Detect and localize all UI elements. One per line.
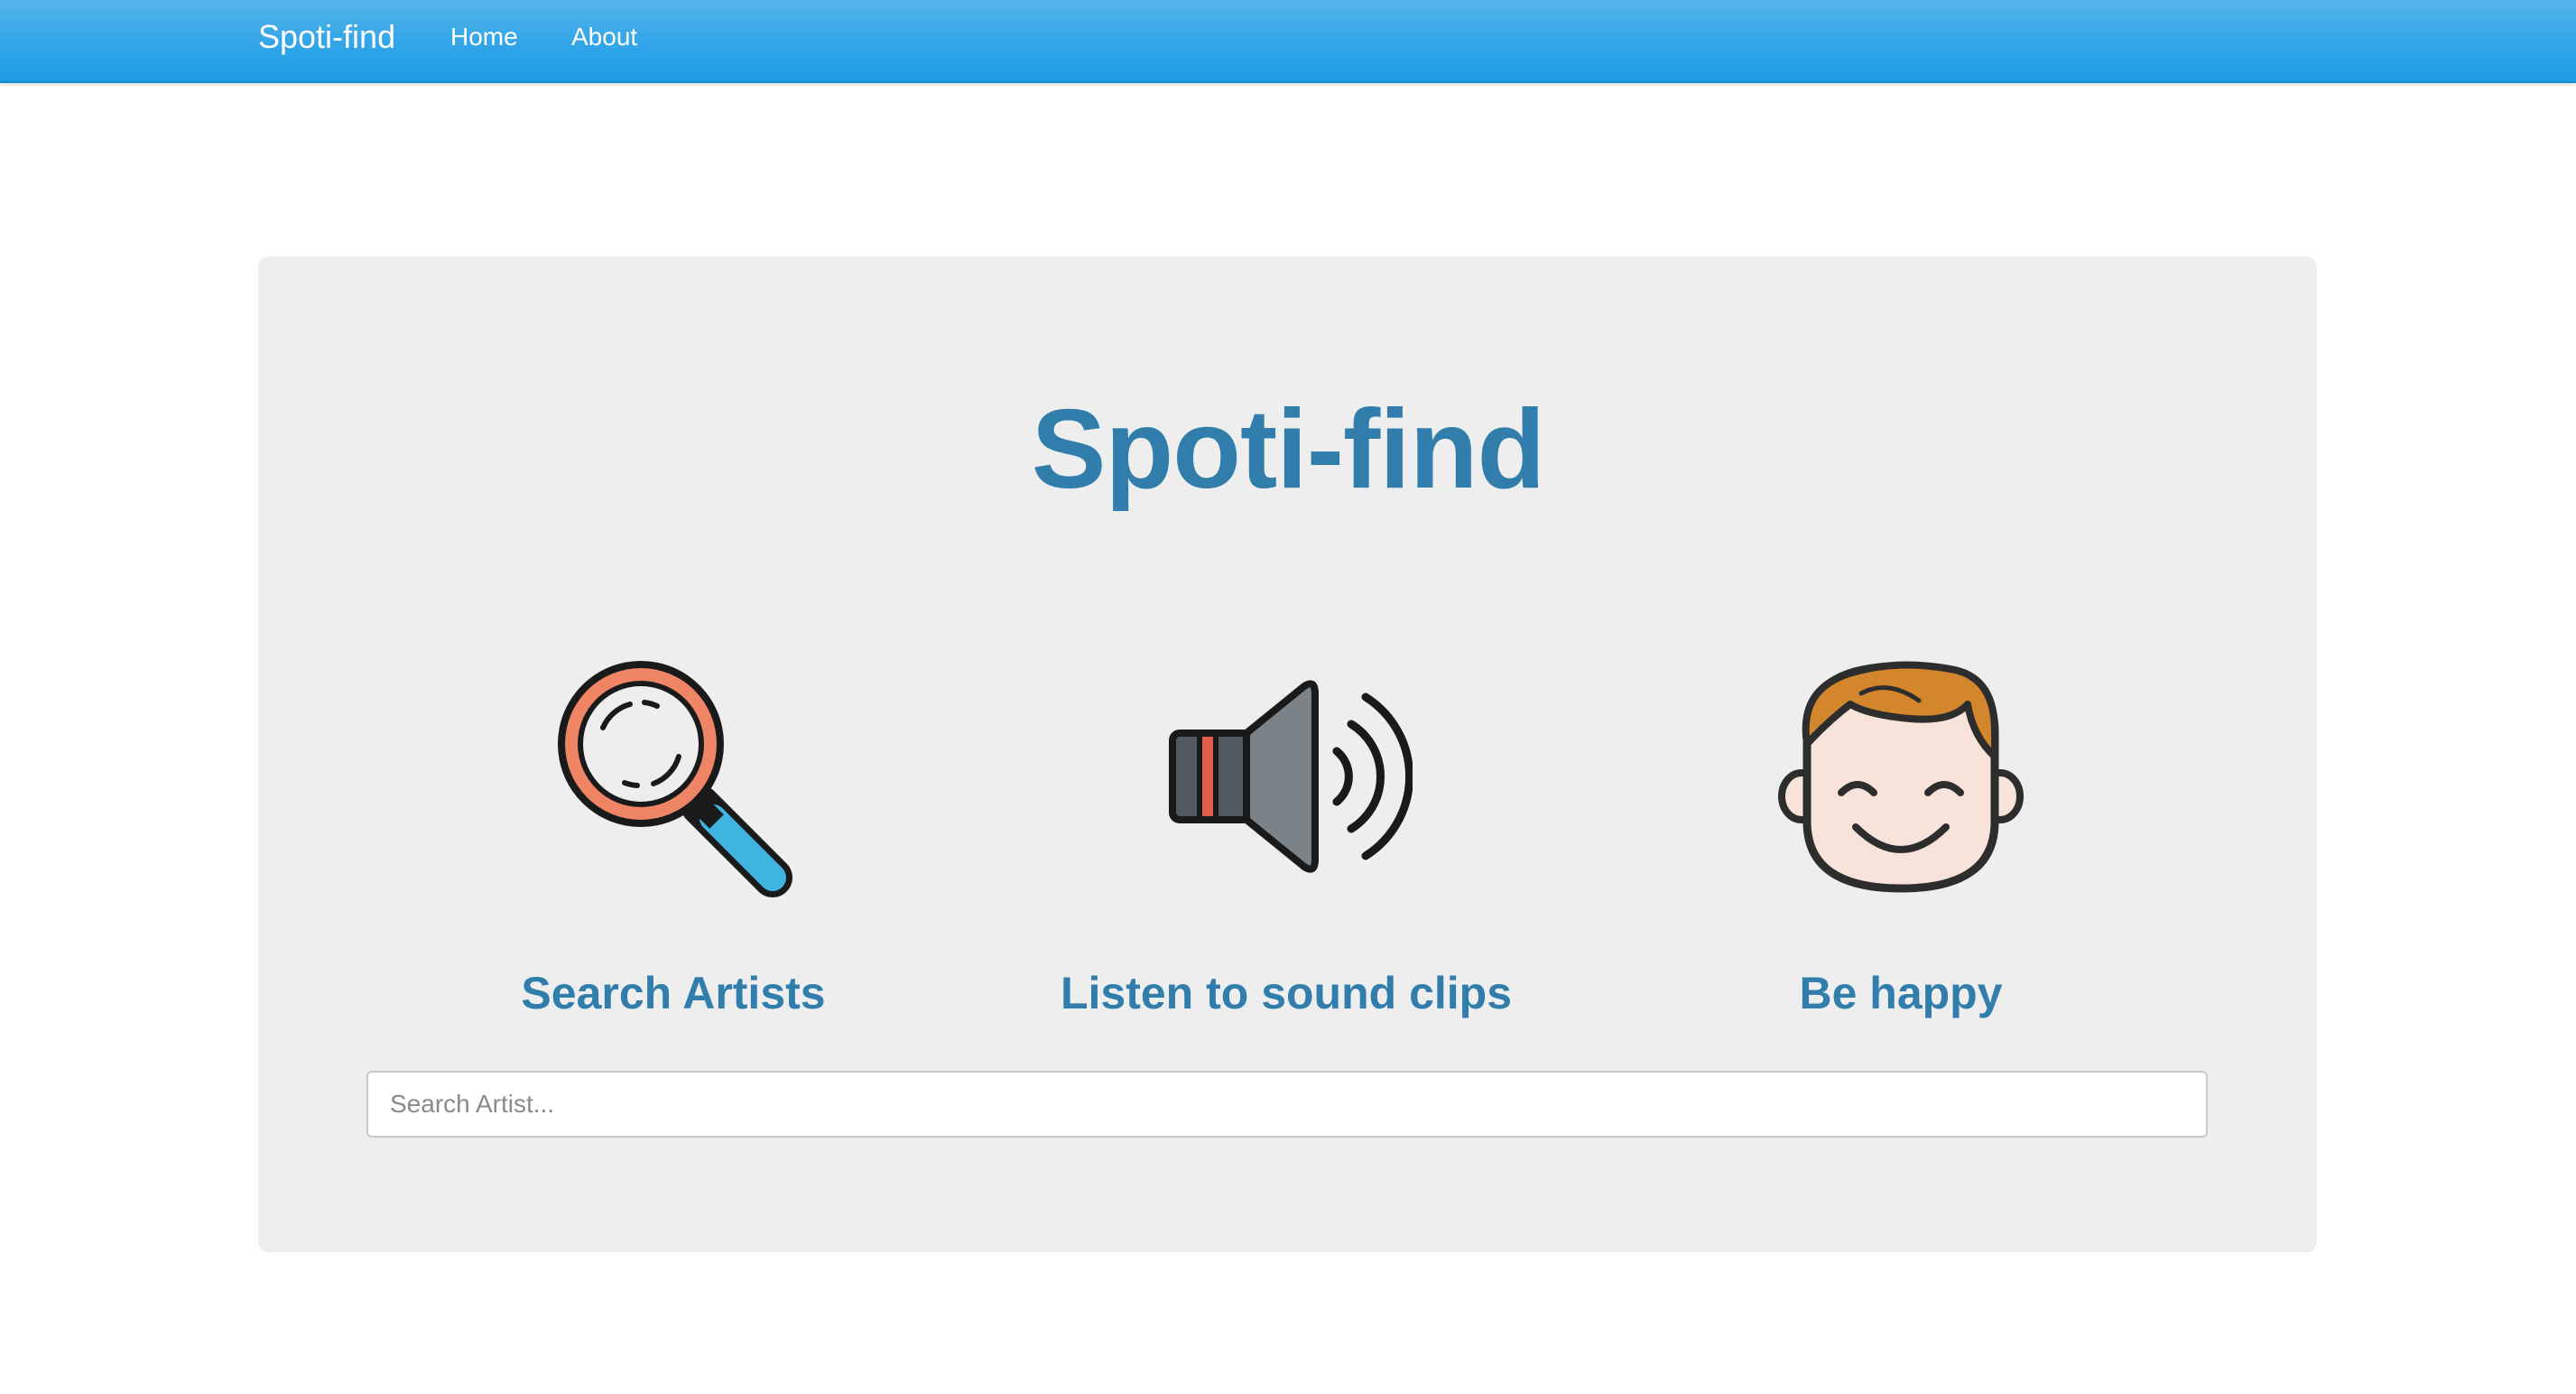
feature-be-happy: Be happy [1585, 650, 2217, 1018]
happy-face-icon [1778, 661, 2024, 893]
feature-search-artists: Search Artists [357, 650, 989, 1018]
top-navbar: Spoti-find Home About [0, 0, 2576, 83]
nav-link-about[interactable]: About [571, 0, 637, 74]
feature-label: Search Artists [521, 968, 826, 1018]
page-title: Spoti-find [1031, 387, 1545, 512]
speaker-icon [1169, 680, 1413, 873]
navbar-brand[interactable]: Spoti-find [258, 0, 395, 74]
search-artist-input[interactable] [366, 1071, 2208, 1138]
nav-link-home[interactable]: Home [450, 0, 518, 74]
feature-label: Be happy [1799, 968, 2003, 1018]
feature-label: Listen to sound clips [1060, 968, 1513, 1018]
magnifying-glass-icon [558, 661, 792, 897]
feature-sound-clips: Listen to sound clips [970, 650, 1602, 1018]
